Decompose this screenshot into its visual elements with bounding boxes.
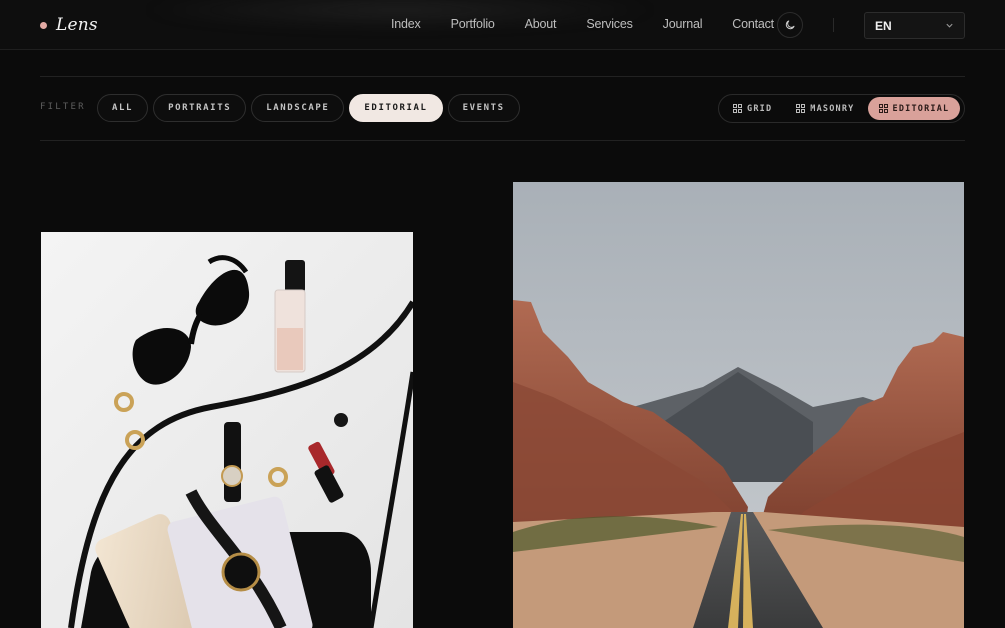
filter-top-rule <box>40 76 965 77</box>
road-illustration <box>513 182 964 628</box>
chevron-down-icon <box>946 23 953 28</box>
theme-toggle-button[interactable] <box>777 12 803 38</box>
filter-chip-all[interactable]: ALL <box>97 94 149 122</box>
view-grid-label: GRID <box>747 103 773 114</box>
nav-link-about[interactable]: About <box>525 17 557 31</box>
editorial-icon <box>878 104 888 113</box>
moon-icon <box>785 20 795 30</box>
view-editorial-label: EDITORIAL <box>892 103 950 114</box>
view-masonry-button[interactable]: MASONRY <box>785 97 865 120</box>
view-switcher: GRID MASONRY EDITORIAL <box>718 94 965 123</box>
brand-name: Lens <box>56 15 98 35</box>
header-divider <box>833 18 834 32</box>
gallery-photo-road[interactable] <box>513 182 964 628</box>
brand-dot <box>40 21 47 29</box>
view-editorial-button[interactable]: EDITORIAL <box>867 97 961 120</box>
flatlay-illustration <box>41 232 413 628</box>
masonry-icon <box>796 104 806 113</box>
nav-link-contact[interactable]: Contact <box>732 17 774 31</box>
filter-chip-portraits[interactable]: PORTRAITS <box>153 94 247 122</box>
filter-label: FILTER <box>40 102 86 112</box>
language-select[interactable]: EN <box>864 12 965 39</box>
filter-chip-events[interactable]: EVENTS <box>447 94 520 122</box>
brand-logo[interactable]: Lens <box>40 15 98 35</box>
nav-link-index[interactable]: Index <box>391 17 421 31</box>
filter-chips: ALL PORTRAITS LANDSCAPE EDITORIAL EVENTS <box>97 94 520 122</box>
site-header: Lens Index Portfolio About Services Jour… <box>0 0 1005 50</box>
nav-link-services[interactable]: Services <box>586 17 633 31</box>
filter-bottom-rule <box>40 140 965 141</box>
main-nav: Index Portfolio About Services Journal C… <box>391 17 774 31</box>
view-grid-button[interactable]: GRID <box>722 97 783 120</box>
grid-icon <box>733 104 742 113</box>
filter-chip-landscape[interactable]: LANDSCAPE <box>251 94 345 122</box>
nav-link-journal[interactable]: Journal <box>663 17 703 31</box>
gallery-photo-flatlay[interactable] <box>41 232 413 628</box>
language-code: EN <box>875 18 892 33</box>
view-masonry-label: MASONRY <box>810 103 855 114</box>
filter-chip-editorial[interactable]: EDITORIAL <box>349 94 443 122</box>
nav-link-portfolio[interactable]: Portfolio <box>451 17 495 31</box>
